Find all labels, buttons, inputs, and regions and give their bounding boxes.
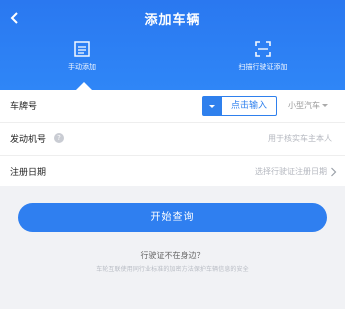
mode-scan-license[interactable]: 扫描行驶证添加 bbox=[203, 40, 323, 72]
engine-label: 发动机号 bbox=[10, 135, 47, 145]
chevron-right-icon bbox=[331, 167, 337, 177]
caret-down-icon bbox=[209, 105, 215, 108]
vehicle-type-select[interactable]: 小型汽车 bbox=[288, 100, 328, 111]
plate-province-select[interactable] bbox=[202, 96, 222, 116]
plate-row: 车牌号 点击输入 小型汽车 bbox=[0, 90, 345, 123]
chevron-down-icon bbox=[322, 104, 328, 107]
header: 添加车辆 手动添加 扫描行驶证添加 bbox=[0, 0, 345, 90]
register-date-row[interactable]: 注册日期 选择行驶证注册日期 bbox=[0, 156, 345, 188]
vehicle-type-value: 小型汽车 bbox=[288, 101, 320, 110]
mode-manual-label: 手动添加 bbox=[68, 63, 96, 71]
vehicle-form: 车牌号 点击输入 小型汽车 发动机号 ? 用于核实车主本人 注册日期 选择行驶证… bbox=[0, 90, 345, 186]
engine-row[interactable]: 发动机号 ? 用于核实车主本人 bbox=[0, 123, 345, 156]
license-not-available-link[interactable]: 行驶证不在身边？ bbox=[0, 250, 345, 261]
scan-frame-icon bbox=[255, 41, 271, 57]
form-list-icon bbox=[74, 41, 90, 57]
security-hint: 车轮互联使用同行业标准的加密方法保护车辆信息的安全 bbox=[96, 266, 249, 273]
plate-input[interactable]: 点击输入 bbox=[222, 96, 277, 116]
register-date-picker[interactable]: 选择行驶证注册日期 bbox=[255, 166, 327, 177]
mode-manual-add[interactable]: 手动添加 bbox=[22, 40, 142, 72]
plate-label: 车牌号 bbox=[10, 102, 38, 112]
page-title: 添加车辆 bbox=[144, 13, 201, 28]
engine-input[interactable]: 用于核实车主本人 bbox=[268, 133, 332, 144]
active-tab-pointer bbox=[76, 82, 92, 90]
start-query-button[interactable]: 开始查询 bbox=[18, 203, 327, 232]
help-icon[interactable]: ? bbox=[54, 133, 64, 143]
mode-scan-label: 扫描行驶证添加 bbox=[238, 63, 288, 71]
register-date-label: 注册日期 bbox=[10, 168, 47, 178]
